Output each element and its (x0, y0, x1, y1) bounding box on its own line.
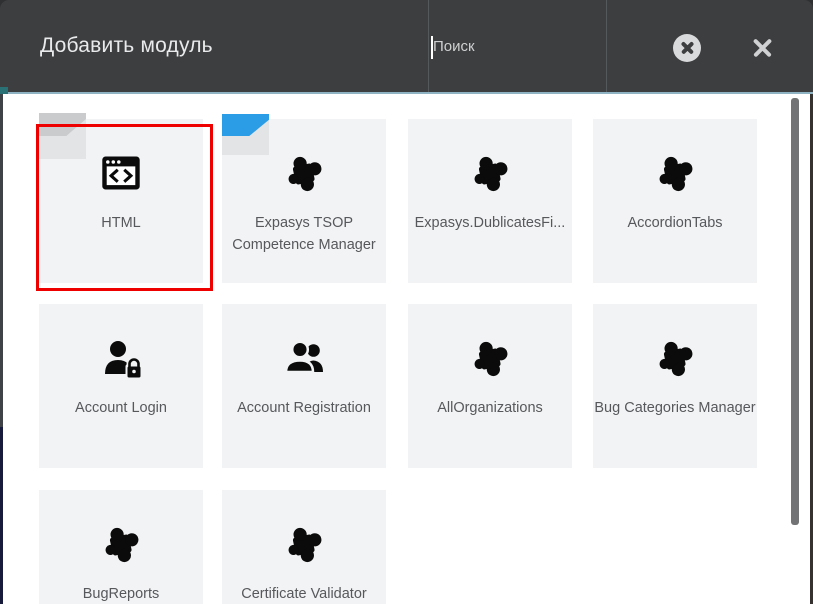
puzzle-icon (282, 151, 326, 195)
module-label: Account Login (39, 397, 203, 419)
module-label: Expasys.DublicatesFi... (408, 212, 572, 234)
puzzle-icon (99, 522, 143, 566)
module-card-allorganizations[interactable]: AllOrganizations (408, 304, 572, 468)
html-icon (99, 151, 143, 195)
puzzle-icon (468, 151, 512, 195)
module-card-account-login[interactable]: Account Login (39, 304, 203, 468)
module-card-accordiontabs[interactable]: AccordionTabs (593, 119, 757, 283)
puzzle-icon (282, 522, 326, 566)
module-category-ribbon-blue (222, 114, 269, 155)
clear-search-button[interactable] (673, 34, 701, 62)
dialog-header: Добавить модуль (0, 0, 813, 94)
module-card-account-registration[interactable]: Account Registration (222, 304, 386, 468)
module-card-bug-categories-manager[interactable]: Bug Categories Manager (593, 304, 757, 468)
users-icon (282, 336, 326, 380)
ribbon-band (39, 113, 86, 136)
puzzle-icon (653, 336, 697, 380)
page-edge-left (0, 427, 3, 604)
module-label: Certificate Validator (222, 583, 386, 604)
user-lock-icon (99, 336, 143, 380)
module-label: AccordionTabs (593, 212, 757, 234)
header-divider (606, 0, 607, 92)
header-divider (428, 0, 429, 92)
add-module-dialog: Добавить модуль HTML Expasys TSOP Compet… (0, 0, 813, 604)
close-dialog-button[interactable] (750, 36, 774, 60)
module-label: AllOrganizations (408, 397, 572, 419)
module-card-certificate-validator[interactable]: Certificate Validator (222, 490, 386, 604)
ribbon-band (222, 114, 269, 136)
text-caret (431, 36, 433, 59)
module-label: HTML (39, 212, 203, 234)
module-category-ribbon-gray (39, 113, 86, 159)
search-input[interactable] (430, 8, 602, 84)
module-label: Expasys TSOP Competence Manager (222, 212, 386, 256)
scrollbar[interactable] (791, 98, 799, 525)
module-card-expasys-dublicates[interactable]: Expasys.DublicatesFi... (408, 119, 572, 283)
puzzle-icon (468, 336, 512, 380)
page-edge-left (0, 94, 3, 427)
puzzle-icon (653, 151, 697, 195)
module-label: Account Registration (222, 397, 386, 419)
module-card-bugreports[interactable]: BugReports (39, 490, 203, 604)
module-label: Bug Categories Manager (593, 397, 757, 419)
header-corner-accent (0, 87, 8, 94)
module-label: BugReports (39, 583, 203, 604)
dialog-title: Добавить модуль (40, 0, 213, 92)
